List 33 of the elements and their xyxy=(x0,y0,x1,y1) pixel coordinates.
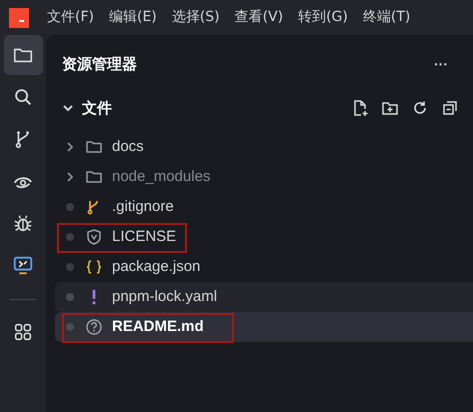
menu-item[interactable]: 查看(V) xyxy=(234,7,284,28)
more-button[interactable]: ··· xyxy=(434,54,448,74)
exclamation-icon xyxy=(91,289,97,305)
chevron-icon xyxy=(65,172,75,182)
section-header[interactable]: 文件 xyxy=(62,96,112,120)
collapse-all-icon[interactable] xyxy=(441,99,459,117)
file-name: LICENSE xyxy=(112,226,176,247)
refresh-icon[interactable] xyxy=(411,99,429,117)
file-name: docs xyxy=(112,136,144,157)
app-logo-icon xyxy=(9,8,29,28)
file-name: .gitignore xyxy=(112,196,174,217)
file-tree-item[interactable]: LICENSE xyxy=(55,222,473,252)
file-name: README.md xyxy=(112,316,204,337)
menu-item[interactable]: 文件(F) xyxy=(47,7,94,28)
menu-item[interactable]: 终端(T) xyxy=(362,7,410,28)
file-tree-item[interactable]: pnpm-lock.yaml xyxy=(55,282,473,312)
file-name: package.json xyxy=(112,256,200,277)
braces-icon xyxy=(85,258,103,276)
file-name: pnpm-lock.yaml xyxy=(112,286,218,307)
file-tree-item[interactable]: .gitignore xyxy=(55,192,473,222)
folder-icon[interactable] xyxy=(4,35,42,75)
menu-item[interactable]: 转到(G) xyxy=(298,7,348,28)
menu-item[interactable]: 编辑(E) xyxy=(108,7,157,28)
file-tree-item[interactable]: README.md xyxy=(55,312,473,342)
chevron-icon xyxy=(65,142,75,152)
file-name: node_modules xyxy=(112,166,210,187)
file-tree-item[interactable]: package.json xyxy=(55,252,473,282)
menu-item[interactable]: 选择(S) xyxy=(172,7,220,28)
file-tree-item[interactable]: docs xyxy=(55,132,473,162)
question-icon xyxy=(85,318,103,336)
file-tree-item[interactable]: node_modules xyxy=(55,162,473,192)
shield-icon xyxy=(85,228,103,246)
explorer-title: 资源管理器 xyxy=(62,54,137,75)
